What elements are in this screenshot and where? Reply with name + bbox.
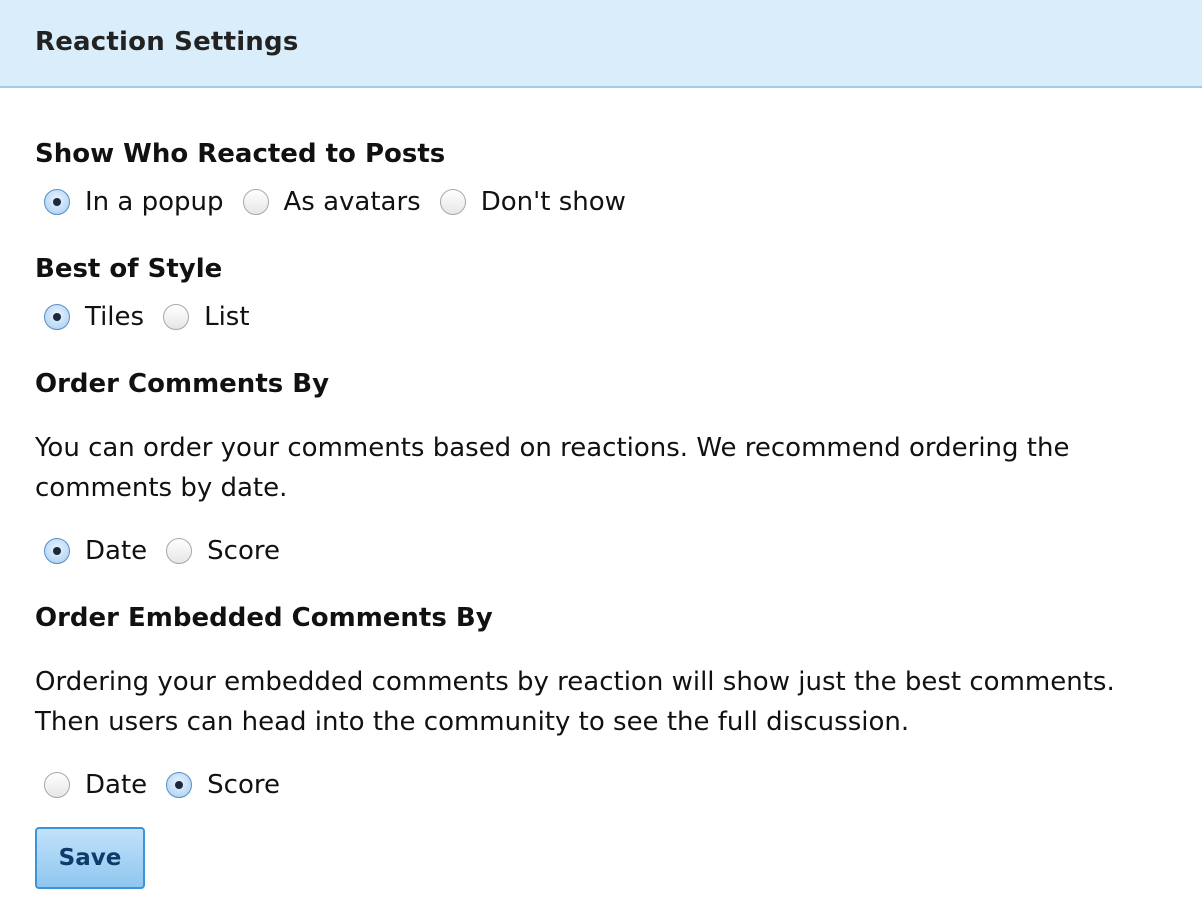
- radio-option-list[interactable]: List: [163, 302, 250, 332]
- radio-option-tiles[interactable]: Tiles: [44, 302, 144, 332]
- order-embedded-comments-radio-group: Date Score: [44, 768, 299, 802]
- radio-in-a-popup[interactable]: [44, 189, 70, 215]
- best-of-style-radio-group: Tiles List: [44, 300, 269, 334]
- radio-label-order-score: Score: [207, 536, 280, 566]
- radio-option-embedded-date[interactable]: Date: [44, 770, 147, 800]
- show-who-reacted-title: Show Who Reacted to Posts: [35, 139, 446, 169]
- radio-option-order-score[interactable]: Score: [166, 536, 280, 566]
- radio-dont-show[interactable]: [439, 189, 466, 215]
- radio-label-list: List: [204, 302, 250, 332]
- order-comments-description: You can order your comments based on rea…: [35, 433, 1070, 503]
- show-who-reacted-radio-group: In a popup As avatars Don't show: [44, 185, 645, 219]
- radio-option-in-a-popup[interactable]: In a popup: [44, 187, 224, 217]
- radio-as-avatars[interactable]: [242, 189, 269, 215]
- radio-label-embedded-date: Date: [85, 770, 148, 800]
- radio-order-score[interactable]: [166, 538, 193, 564]
- radio-label-tiles: Tiles: [85, 302, 145, 332]
- radio-label-dont-show: Don't show: [480, 187, 626, 217]
- radio-label-embedded-score: Score: [207, 770, 280, 800]
- order-comments-radio-group: Date Score: [44, 534, 299, 568]
- order-comments-title: Order Comments By: [35, 369, 330, 399]
- radio-option-dont-show[interactable]: Don't show: [439, 187, 626, 217]
- best-of-style-title: Best of Style: [35, 254, 223, 284]
- radio-option-embedded-score[interactable]: Score: [166, 770, 280, 800]
- radio-embedded-date[interactable]: [44, 772, 70, 798]
- order-embedded-comments-description: Ordering your embedded comments by react…: [35, 667, 1115, 737]
- radio-order-date[interactable]: [44, 538, 70, 564]
- radio-label-in-a-popup: In a popup: [85, 187, 224, 217]
- order-embedded-comments-title: Order Embedded Comments By: [35, 603, 493, 633]
- radio-label-order-date: Date: [85, 536, 148, 566]
- radio-option-as-avatars[interactable]: As avatars: [242, 187, 421, 217]
- radio-option-order-date[interactable]: Date: [44, 536, 147, 566]
- radio-embedded-score[interactable]: [166, 772, 193, 798]
- radio-tiles[interactable]: [44, 304, 70, 330]
- page-title: Reaction Settings: [35, 27, 299, 57]
- radio-list[interactable]: [163, 304, 190, 330]
- settings-header: Reaction Settings: [0, 0, 1202, 88]
- radio-label-as-avatars: As avatars: [283, 187, 421, 217]
- save-button[interactable]: Save: [35, 827, 145, 889]
